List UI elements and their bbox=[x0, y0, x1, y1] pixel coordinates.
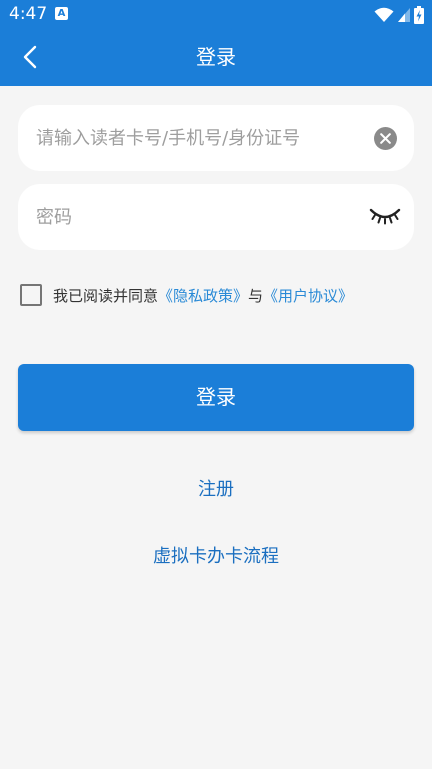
password-field[interactable] bbox=[18, 184, 414, 250]
status-bar: 4:47 A bbox=[0, 0, 432, 29]
app-bar: 登录 bbox=[0, 29, 432, 86]
agree-checkbox[interactable] bbox=[20, 284, 42, 306]
notification-icon: A bbox=[55, 7, 68, 20]
virtual-card-process-link[interactable]: 虚拟卡办卡流程 bbox=[0, 542, 432, 568]
register-link[interactable]: 注册 bbox=[0, 475, 432, 501]
eye-closed-icon[interactable] bbox=[369, 206, 401, 226]
password-input[interactable] bbox=[36, 184, 366, 250]
agreement-row: 我已阅读并同意 《隐私政策》 与 《用户协议》 bbox=[20, 283, 353, 307]
agreement-conjunction: 与 bbox=[248, 286, 264, 305]
battery-icon bbox=[414, 5, 424, 24]
user-agreement-link[interactable]: 《用户协议》 bbox=[263, 285, 353, 306]
status-icons bbox=[374, 5, 424, 24]
status-time: 4:47 bbox=[9, 4, 48, 24]
agreement-text: 我已阅读并同意 bbox=[53, 286, 159, 305]
signal-icon bbox=[398, 7, 410, 22]
page-title: 登录 bbox=[196, 45, 236, 69]
account-input[interactable] bbox=[36, 105, 366, 171]
login-button[interactable]: 登录 bbox=[18, 364, 414, 431]
clear-icon[interactable] bbox=[374, 127, 397, 150]
wifi-icon bbox=[374, 7, 394, 22]
privacy-policy-link[interactable]: 《隐私政策》 bbox=[158, 285, 248, 306]
account-field[interactable] bbox=[18, 105, 414, 171]
